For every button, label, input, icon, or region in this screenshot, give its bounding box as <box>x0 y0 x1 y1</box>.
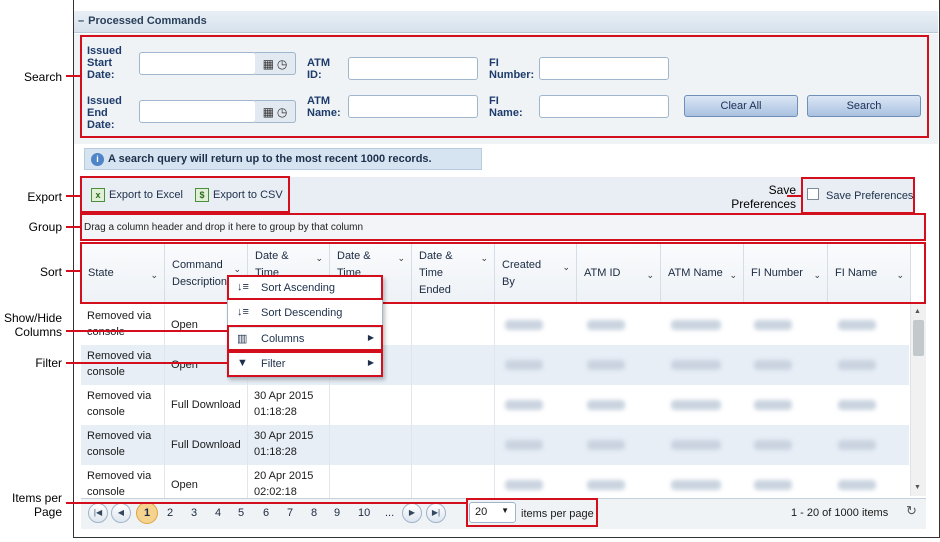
table-cell-state: Removed via console <box>81 425 165 465</box>
export-highlight <box>80 176 290 213</box>
callout-line <box>66 330 227 332</box>
filter-highlight <box>227 351 383 377</box>
table-row[interactable]: Removed via console Full Download 30 Apr 2… <box>81 385 909 425</box>
table-cell-date: 30 Apr 2015 01:18:28 <box>248 425 330 465</box>
pager-summary: 1 - 20 of 1000 items <box>791 507 889 519</box>
callout-line <box>66 362 227 364</box>
table-cell-empty <box>412 385 495 425</box>
redacted-cell <box>671 360 721 370</box>
info-banner: i A search query will return up to the mo… <box>84 148 482 170</box>
callout-line <box>66 226 80 228</box>
redacted-cell <box>587 400 625 410</box>
redacted-cell <box>754 480 792 490</box>
last-page-button[interactable]: ▶| <box>426 503 446 523</box>
menu-label: Sort Descending <box>261 307 343 319</box>
page-current[interactable]: 1 <box>136 502 158 524</box>
redacted-cell <box>754 320 792 330</box>
callout-save-preferences: Save Preferences <box>731 183 796 211</box>
redacted-cell <box>754 400 792 410</box>
redacted-cell <box>838 320 876 330</box>
page-number[interactable]: 4 <box>215 507 221 519</box>
redacted-cell <box>671 440 721 450</box>
table-row[interactable]: Removed via console Full Download 30 Apr 2… <box>81 425 909 465</box>
redacted-cell <box>671 480 721 490</box>
page-number[interactable]: 8 <box>311 507 317 519</box>
sort-highlight <box>80 242 926 304</box>
table-cell-empty <box>412 425 495 465</box>
search-highlight <box>80 35 929 138</box>
redacted-cell <box>505 320 543 330</box>
scroll-down-icon[interactable]: ▼ <box>914 484 921 491</box>
callout-line <box>787 195 801 197</box>
callout-line <box>66 75 80 77</box>
table-row[interactable]: Removed via console Open <box>81 305 909 345</box>
sort-ascending-highlight <box>227 275 383 300</box>
redacted-cell <box>505 400 543 410</box>
page-number[interactable]: 10 <box>358 507 370 519</box>
redacted-cell <box>587 360 625 370</box>
refresh-icon[interactable]: ↻ <box>906 503 917 519</box>
scroll-up-icon[interactable]: ▲ <box>914 308 921 315</box>
callout-search: Search <box>23 70 62 84</box>
table-cell-state: Removed via console <box>81 345 165 385</box>
callout-sort: Sort <box>39 265 62 279</box>
page-number[interactable]: 5 <box>238 507 244 519</box>
page-number[interactable]: 7 <box>287 507 293 519</box>
page-number[interactable]: 9 <box>334 507 340 519</box>
callout-line <box>66 270 80 272</box>
collapse-icon[interactable]: – <box>78 15 84 27</box>
table-cell-empty <box>330 425 412 465</box>
panel-title: Processed Commands <box>88 15 207 27</box>
callout-filter: Filter <box>35 356 62 370</box>
table-cell-state: Removed via console <box>81 305 165 345</box>
callout-group: Group <box>28 220 62 234</box>
callout-line <box>66 502 466 504</box>
menu-sort-descending[interactable]: ↓≡ Sort Descending <box>228 302 382 326</box>
items-per-page-highlight <box>466 498 598 527</box>
table-row[interactable]: Removed via console Open <box>81 345 909 385</box>
table-cell-command: Full Download <box>165 425 248 465</box>
table-cell-state: Removed via console <box>81 385 165 425</box>
redacted-cell <box>838 440 876 450</box>
table-cell-empty <box>412 345 495 385</box>
table-cell-date: 30 Apr 2015 01:18:28 <box>248 385 330 425</box>
columns-highlight <box>227 325 383 351</box>
callout-show-hide-columns: Show/Hide Columns <box>3 311 62 339</box>
redacted-cell <box>754 360 792 370</box>
redacted-cell <box>838 480 876 490</box>
table-cell-empty <box>330 385 412 425</box>
panel-header[interactable]: – Processed Commands <box>74 11 938 33</box>
redacted-cell <box>505 360 543 370</box>
callout-line <box>66 195 80 197</box>
save-preferences-highlight <box>801 177 915 214</box>
redacted-cell <box>587 320 625 330</box>
vertical-scrollbar[interactable]: ▲ ▼ <box>910 304 926 496</box>
redacted-cell <box>671 320 721 330</box>
page-number[interactable]: 2 <box>167 507 173 519</box>
table-cell-command: Full Download <box>165 385 248 425</box>
page-number[interactable]: 3 <box>191 507 197 519</box>
sort-descending-icon: ↓≡ <box>237 306 249 318</box>
info-text: A search query will return up to the mos… <box>108 153 432 165</box>
next-page-button[interactable]: ▶ <box>402 503 422 523</box>
redacted-cell <box>838 360 876 370</box>
page-number[interactable]: ... <box>385 507 394 519</box>
group-highlight <box>80 213 926 241</box>
redacted-cell <box>754 440 792 450</box>
callout-export: Export <box>27 190 62 204</box>
redacted-cell <box>505 440 543 450</box>
info-icon: i <box>91 153 104 166</box>
redacted-cell <box>587 480 625 490</box>
callout-items-per-page: Items per Page <box>11 491 62 519</box>
page-number[interactable]: 6 <box>263 507 269 519</box>
previous-page-button[interactable]: ◀ <box>111 503 131 523</box>
scroll-thumb[interactable] <box>913 320 924 356</box>
redacted-cell <box>587 440 625 450</box>
redacted-cell <box>838 400 876 410</box>
redacted-cell <box>505 480 543 490</box>
redacted-cell <box>671 400 721 410</box>
first-page-button[interactable]: |◀ <box>88 503 108 523</box>
table-cell-empty <box>412 305 495 345</box>
